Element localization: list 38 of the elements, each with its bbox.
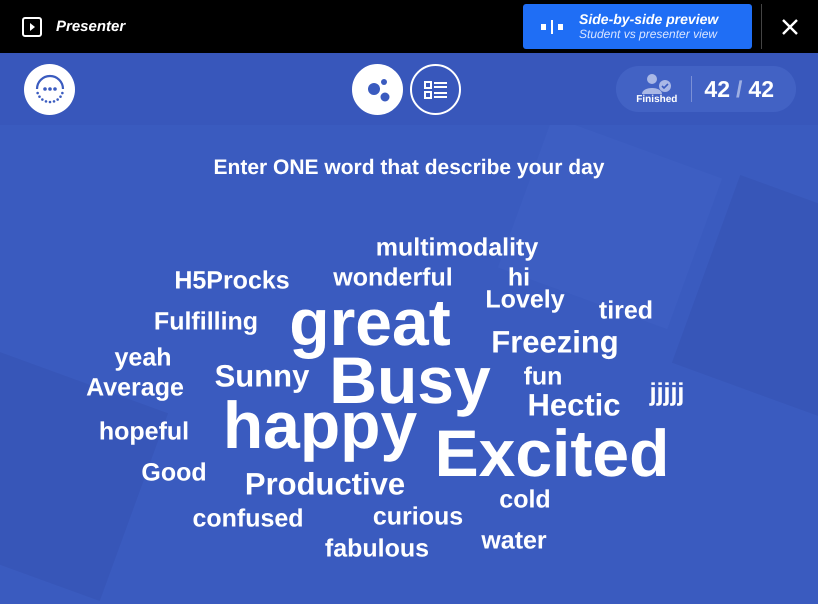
cloud-word: fabulous [324, 536, 430, 562]
cloud-word: hi [508, 266, 530, 290]
cloud-word: hopeful [98, 420, 190, 444]
cloud-word: Good [141, 460, 207, 486]
total-count: 42 [748, 76, 774, 102]
cloud-word: H5Procks [174, 268, 290, 294]
user-check-icon [642, 74, 672, 94]
split-view-icon [541, 20, 563, 34]
list-icon [424, 80, 448, 100]
cloud-word: Fulfilling [154, 310, 258, 334]
cloud-word: Sunny [214, 360, 310, 392]
cloud-word: Average [86, 376, 184, 400]
cloud-word: water [481, 528, 547, 554]
play-icon [22, 16, 42, 36]
list-view-button[interactable] [410, 64, 461, 115]
cloud-word: wonderful [333, 266, 453, 290]
cloud-word: Productive [244, 468, 406, 500]
app-title: Presenter [56, 18, 126, 35]
cloud-word: Freezing [491, 326, 619, 358]
cloud-word: Excited [434, 420, 670, 486]
close-icon [781, 18, 799, 36]
cloud-word: multimodality [376, 236, 538, 260]
cloud-word: Hectic [527, 390, 621, 420]
cloud-word: cold [499, 488, 551, 512]
cloud-word: jjjjj [650, 380, 684, 406]
side-by-side-preview-button[interactable]: Side-by-side preview Student vs presenter view [523, 4, 752, 49]
cloud-word: tired [598, 298, 654, 324]
cloud-word: yeah [114, 346, 172, 370]
status-label: Finished [636, 94, 678, 104]
cloud-word: curious [372, 504, 464, 530]
cloud-word: confused [192, 506, 304, 532]
response-count: 42 [704, 76, 730, 102]
word-cloud-view-button[interactable] [352, 64, 403, 115]
menu-button[interactable] [24, 64, 75, 114]
count-separator: / [736, 76, 742, 102]
question-heading: Enter ONE word that describe your day [212, 156, 606, 180]
cloud-word: Lovely [485, 288, 565, 312]
cloud-word: fun [524, 364, 562, 390]
